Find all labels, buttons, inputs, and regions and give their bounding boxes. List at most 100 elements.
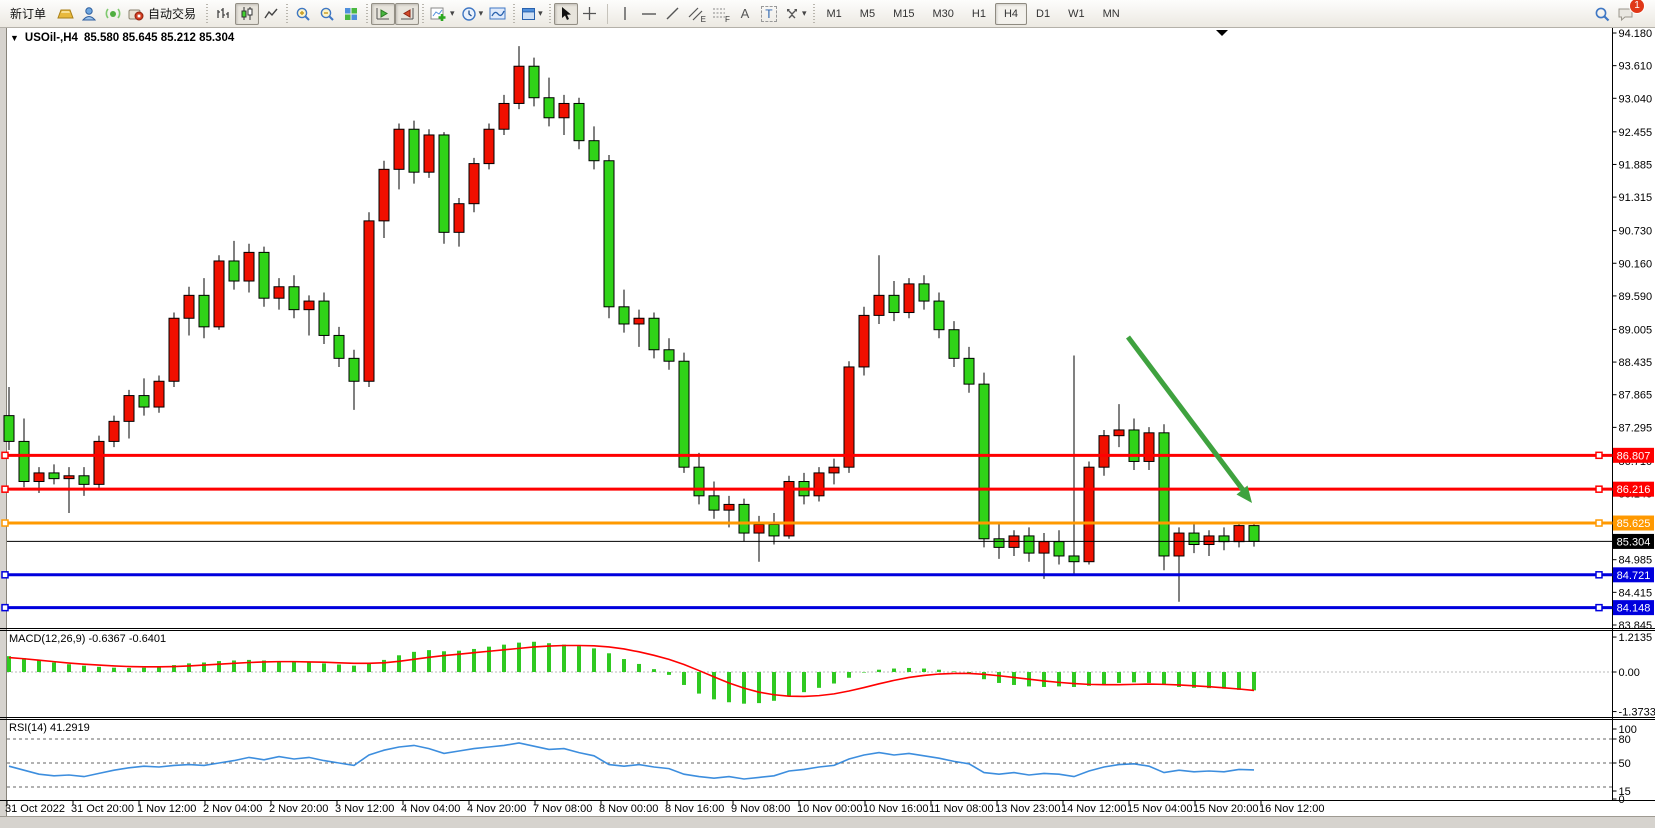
trendline-tool-button[interactable] [661, 3, 685, 25]
candle-body [874, 295, 884, 315]
candle-body [559, 103, 569, 117]
time-tick-label: 3 Nov 12:00 [335, 803, 394, 815]
text-tool-button[interactable]: A [733, 3, 757, 25]
toolbar-grip [813, 4, 815, 24]
signal-icon[interactable] [101, 3, 125, 25]
candle-body [589, 141, 599, 161]
line-anchor-handle[interactable] [2, 605, 8, 611]
line-anchor-handle[interactable] [2, 452, 8, 458]
line-anchor-handle[interactable] [1596, 572, 1602, 578]
window-layout-caret-icon[interactable]: ▾ [538, 8, 543, 19]
chart-shift-marker[interactable] [1216, 30, 1228, 36]
new-order-button[interactable]: 新订单 [3, 3, 53, 25]
price-tick-label: 89.590 [1619, 291, 1653, 303]
candle-body [394, 129, 404, 169]
time-tick-label: 1 Nov 12:00 [137, 803, 196, 815]
candle-body [889, 295, 899, 312]
horizontal-line-tool-button[interactable] [637, 3, 661, 25]
window-layout-button[interactable]: ▾ [518, 3, 546, 25]
time-tick-label: 15 Nov 04:00 [1127, 803, 1192, 815]
price-tick-label: 92.455 [1619, 127, 1653, 139]
cursor-tool-button[interactable] [554, 3, 578, 25]
candlestick-chart-button[interactable] [235, 3, 259, 25]
candle-body [79, 476, 89, 485]
zoom-out-button[interactable] [315, 3, 339, 25]
timeframe-H4[interactable]: H4 [995, 3, 1027, 25]
tile-windows-button[interactable] [339, 3, 363, 25]
price-tick-label: 94.180 [1619, 28, 1653, 40]
price-tick-label: 83.845 [1619, 620, 1653, 632]
zoom-in-button[interactable] [291, 3, 315, 25]
timeframe-H1[interactable]: H1 [963, 3, 995, 25]
vertical-line-icon [619, 6, 631, 21]
line-anchor-handle[interactable] [2, 572, 8, 578]
crosshair-tool-button[interactable] [578, 3, 602, 25]
periods-caret-icon[interactable]: ▾ [479, 8, 484, 19]
timeframe-MN[interactable]: MN [1094, 3, 1129, 25]
line-chart-button[interactable] [259, 3, 283, 25]
arrows-tool-button[interactable]: ▾ [781, 3, 810, 25]
timeframe-W1[interactable]: W1 [1059, 3, 1094, 25]
rsi-value: 41.2919 [50, 722, 90, 734]
timeframe-M30[interactable]: M30 [923, 3, 962, 25]
candle-body [859, 315, 869, 367]
toolbar-grip [422, 4, 424, 24]
trend-arrow[interactable] [1128, 337, 1243, 490]
candle-body [664, 350, 674, 361]
text-label-tool-button[interactable]: T [757, 3, 781, 25]
candle-body [229, 261, 239, 281]
equidistant-channel-tool-button[interactable]: E [685, 3, 709, 25]
macd-tick-label: 1.2135 [1619, 632, 1653, 644]
auto-scroll-button[interactable] [371, 3, 395, 25]
candle-body [904, 284, 914, 313]
candle-body [154, 381, 164, 407]
notifications-button[interactable]: 1 [1614, 3, 1638, 25]
line-anchor-handle[interactable] [1596, 452, 1602, 458]
indicators-caret-icon[interactable]: ▾ [450, 8, 455, 19]
search-button[interactable] [1590, 3, 1614, 25]
user-glyph [81, 6, 97, 21]
candle-body [319, 301, 329, 335]
bar-chart-button[interactable] [211, 3, 235, 25]
candle-body [94, 441, 104, 484]
timeframe-M1[interactable]: M1 [818, 3, 851, 25]
timeframe-M15[interactable]: M15 [884, 3, 923, 25]
user-profile-icon[interactable] [77, 3, 101, 25]
candle-body [289, 287, 299, 310]
line-anchor-handle[interactable] [1596, 520, 1602, 526]
time-tick-label: 14 Nov 12:00 [1061, 803, 1126, 815]
candle-body [994, 539, 1004, 548]
price-tick-label: 90.160 [1619, 258, 1653, 270]
timeframe-D1[interactable]: D1 [1027, 3, 1059, 25]
candle-body [934, 301, 944, 330]
indicators-button[interactable]: ▾ [427, 3, 458, 25]
candle-body [454, 204, 464, 233]
symbol-dropdown-icon[interactable]: ▼ [10, 33, 19, 43]
price-tick-label: 93.610 [1619, 61, 1653, 73]
tile-windows-icon [343, 6, 359, 21]
chart-shift-button[interactable] [395, 3, 419, 25]
line-anchor-handle[interactable] [2, 486, 8, 492]
candle-body [829, 467, 839, 473]
price-level-badge-label: 84.721 [1617, 570, 1651, 582]
price-tick-label: 84.985 [1619, 555, 1653, 567]
auto-trading-button[interactable]: 自动交易 [125, 3, 203, 25]
candle-body [964, 358, 974, 384]
line-anchor-handle[interactable] [1596, 605, 1602, 611]
templates-button[interactable] [486, 3, 510, 25]
timeframe-M5[interactable]: M5 [851, 3, 884, 25]
gold-bar-glyph [57, 7, 74, 21]
line-anchor-handle[interactable] [2, 520, 8, 526]
arrows-caret-icon[interactable]: ▾ [802, 8, 807, 19]
periods-button[interactable]: ▾ [458, 3, 487, 25]
vertical-line-tool-button[interactable] [613, 3, 637, 25]
toolbar-grip [513, 4, 515, 24]
price-level-badge-label: 85.625 [1617, 518, 1651, 530]
candle-body [64, 476, 74, 479]
candlestick-chart-icon [239, 6, 255, 21]
candle-body [274, 287, 284, 298]
chart-canvas[interactable]: 94.18093.61093.04092.45591.88591.31590.7… [0, 0, 1655, 828]
fibonacci-tool-button[interactable]: F [709, 3, 733, 25]
gold-bar-icon[interactable] [53, 3, 77, 25]
line-anchor-handle[interactable] [1596, 486, 1602, 492]
